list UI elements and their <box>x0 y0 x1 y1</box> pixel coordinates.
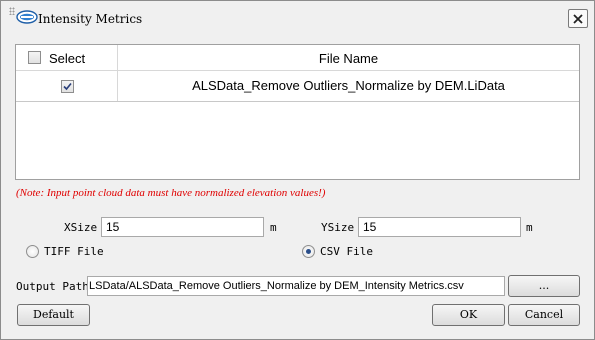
window-title: Intensity Metrics <box>38 12 143 26</box>
radio-selected-dot <box>306 249 311 254</box>
intensity-metrics-dialog: Intensity Metrics Select File Name ALSDa… <box>0 0 595 340</box>
row-checkbox[interactable] <box>61 80 74 93</box>
row-file-name: ALSData_Remove Outliers_Normalize by DEM… <box>192 78 505 93</box>
ysize-label: YSize <box>321 221 355 234</box>
browse-button[interactable]: ... <box>508 275 580 297</box>
close-icon <box>573 14 583 24</box>
table-header: Select File Name <box>16 45 579 71</box>
column-header-file-name-label: File Name <box>318 51 379 66</box>
normalization-note: (Note: Input point cloud data must have … <box>16 187 326 199</box>
ok-button[interactable]: OK <box>432 304 505 326</box>
ysize-unit: m <box>526 221 533 234</box>
default-button[interactable]: Default <box>17 304 90 326</box>
close-button[interactable] <box>568 9 588 28</box>
column-header-file-name[interactable]: File Name <box>118 45 579 70</box>
csv-file-radio[interactable] <box>302 245 315 258</box>
table-row[interactable]: ALSData_Remove Outliers_Normalize by DEM… <box>16 71 579 102</box>
tiff-file-label[interactable]: TIFF File <box>44 245 104 258</box>
output-path-label: Output Path: <box>16 280 96 293</box>
drag-grip-icon[interactable] <box>9 7 15 15</box>
tiff-file-radio[interactable] <box>26 245 39 258</box>
cancel-button[interactable]: Cancel <box>508 304 580 326</box>
row-select-cell <box>16 71 118 101</box>
file-table[interactable]: Select File Name ALSData_Remove Outliers… <box>15 44 580 180</box>
checkmark-icon <box>63 82 72 91</box>
column-header-select-label: Select <box>49 51 86 66</box>
lidar360-logo-icon <box>16 10 38 24</box>
output-path-input[interactable]: LSData/ALSData_Remove Outliers_Normalize… <box>87 276 505 296</box>
ysize-input[interactable]: 15 <box>358 217 521 237</box>
xsize-label: XSize <box>64 221 98 234</box>
column-header-select[interactable]: Select <box>16 45 118 70</box>
title-bar[interactable]: Intensity Metrics <box>1 1 594 33</box>
xsize-unit: m <box>270 221 277 234</box>
select-all-checkbox[interactable] <box>28 51 41 64</box>
csv-file-label[interactable]: CSV File <box>320 245 373 258</box>
xsize-input[interactable]: 15 <box>101 217 264 237</box>
